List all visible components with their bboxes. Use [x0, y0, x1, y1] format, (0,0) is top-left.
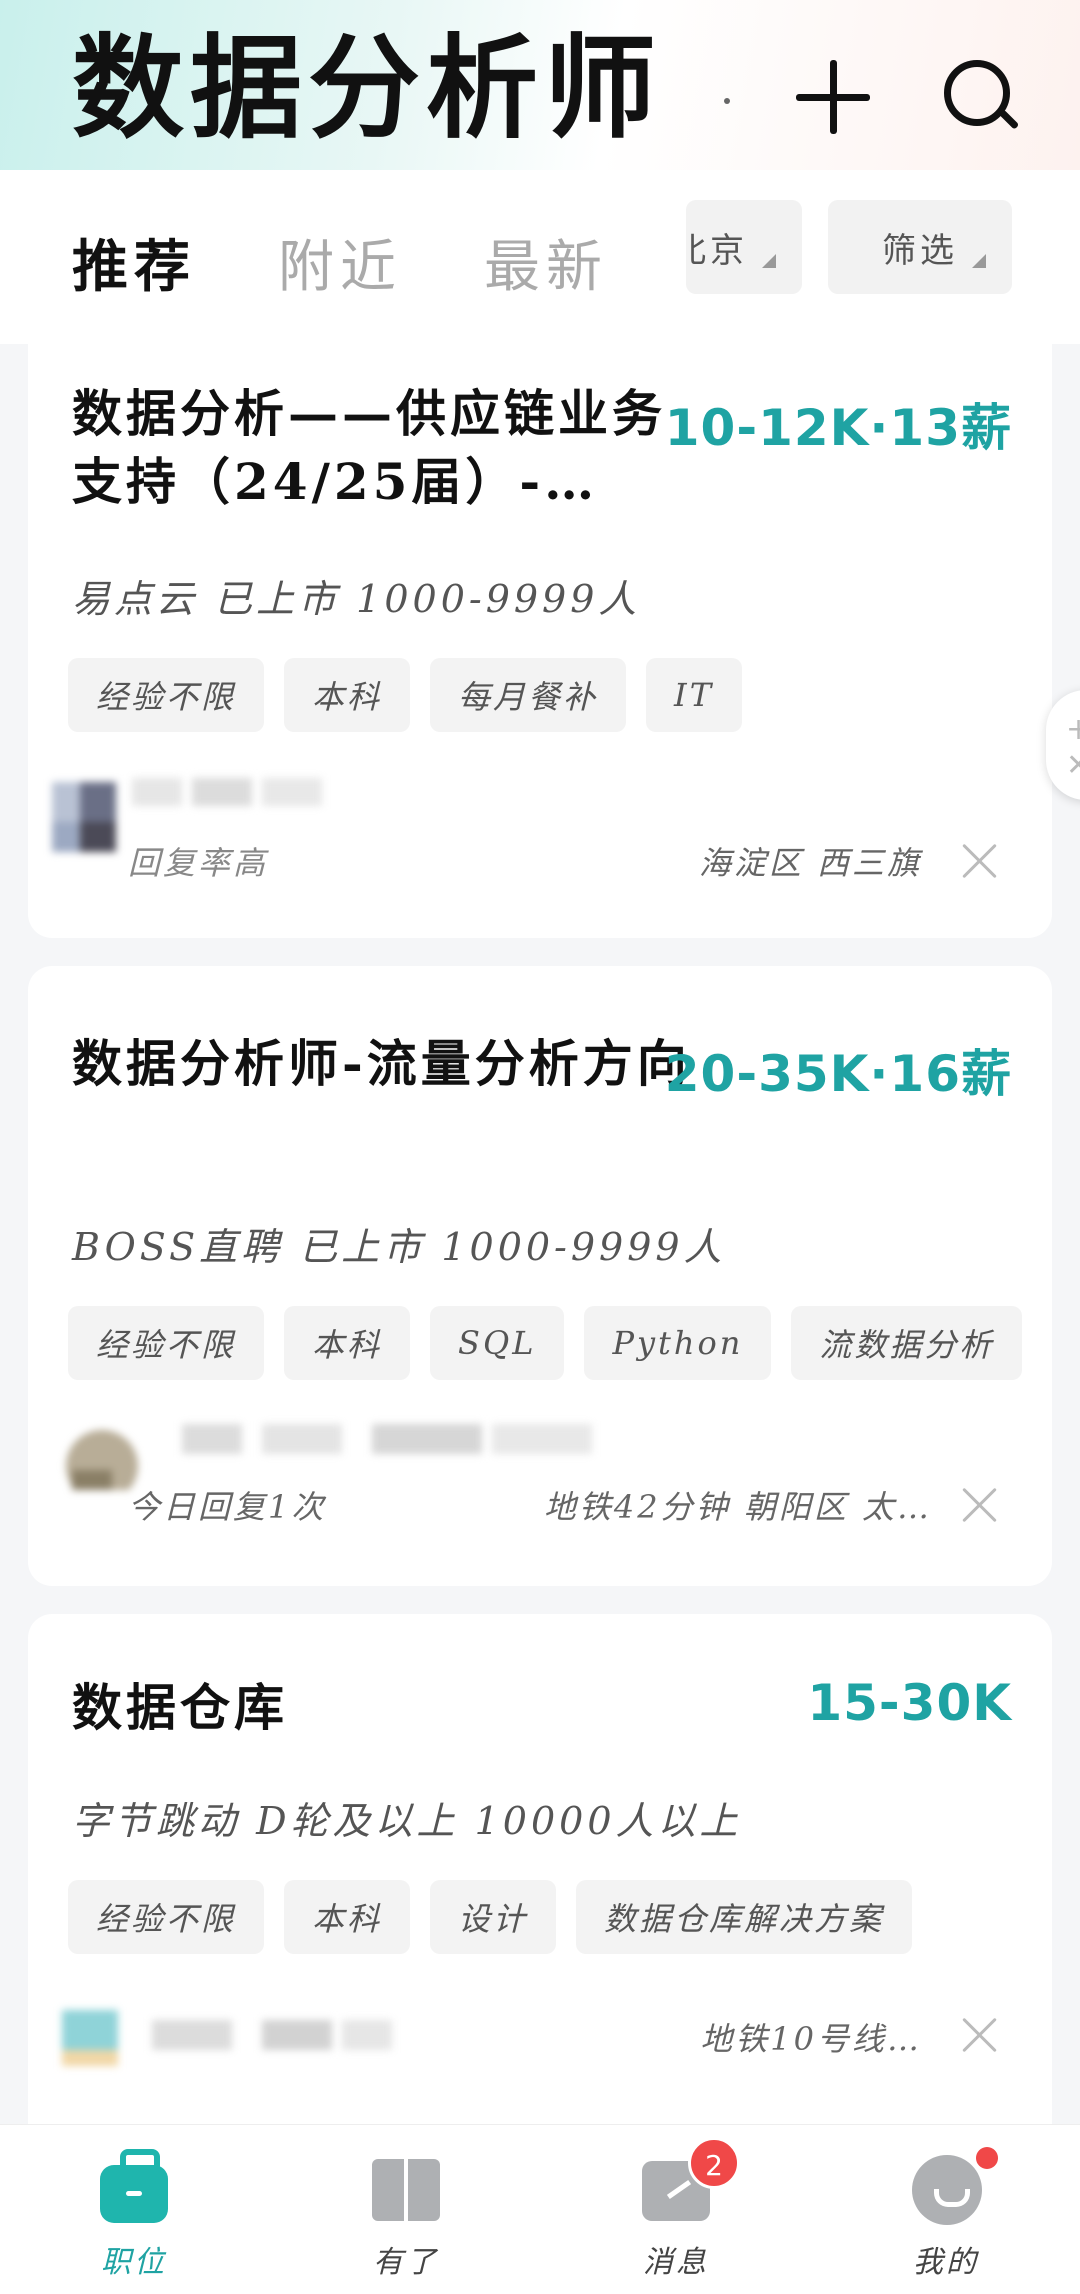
- plus-icon: +: [1066, 712, 1080, 747]
- job-salary: 10-12K·13薪: [664, 399, 1012, 457]
- nav-label: 有了: [373, 2245, 439, 2280]
- nav-item-jobs[interactable]: 职位: [34, 2125, 234, 2294]
- job-tag: Python: [584, 1306, 772, 1380]
- job-tag: 本科: [284, 1880, 411, 1954]
- recruiter-avatar-blurred: [62, 2010, 392, 2066]
- close-icon[interactable]: [960, 1484, 1000, 1524]
- dropdown-triangle-icon: [972, 254, 986, 268]
- close-icon[interactable]: [960, 2014, 1000, 2054]
- separator-dot: [724, 98, 730, 104]
- unread-badge: 2: [688, 2137, 740, 2189]
- plus-icon[interactable]: [790, 54, 876, 140]
- tab-latest[interactable]: 最新: [484, 222, 608, 303]
- job-tag: IT: [646, 658, 743, 732]
- nav-label: 职位: [101, 2245, 167, 2280]
- job-location: 海淀区 西三旗: [698, 844, 922, 882]
- job-tag: 经验不限: [68, 1880, 265, 1954]
- job-title: 数据分析师-流量分析方向: [72, 1034, 691, 1093]
- dropdown-triangle-icon: [762, 254, 776, 268]
- job-salary: 20-35K·16薪: [664, 1045, 1012, 1103]
- tab-recommend[interactable]: 推荐: [72, 222, 196, 303]
- filter-dropdown[interactable]: 筛选: [828, 200, 1012, 294]
- job-title: 数据仓库: [72, 1678, 288, 1737]
- job-tags: 经验不限 本科 每月餐补 IT: [68, 658, 743, 732]
- nav-item-profile[interactable]: 我的: [846, 2125, 1046, 2294]
- job-location: 地铁42分钟 朝阳区 太…: [543, 1488, 932, 1526]
- close-icon[interactable]: [960, 840, 1000, 880]
- recruiter-avatar-blurred: [66, 1424, 592, 1490]
- notification-dot: [976, 2147, 998, 2169]
- job-tag: 每月餐补: [430, 658, 627, 732]
- job-salary: 15-30K: [807, 1674, 1012, 1732]
- close-icon: ✕: [1066, 748, 1080, 783]
- company-info: 字节跳动 D轮及以上 10000人以上: [72, 1799, 742, 1843]
- reply-rate: 今日回复1次: [128, 1488, 327, 1526]
- job-tag: 本科: [284, 1306, 411, 1380]
- job-tag: 数据仓库解决方案: [576, 1880, 913, 1954]
- page-title: 数据分析师: [72, 23, 662, 154]
- job-title: 数据分析——供应链业务支持（24/25届）-…: [72, 384, 666, 511]
- job-location: 地铁10号线…: [700, 2020, 922, 2058]
- bottom-navigation: 职位 有了 2 消息 我的: [0, 2124, 1080, 2294]
- job-card[interactable]: 数据分析——供应链业务支持（24/25届）-… 10-12K·13薪 易点云 已…: [28, 320, 1052, 938]
- job-tag: SQL: [430, 1306, 565, 1380]
- search-icon-handle: [998, 109, 1020, 130]
- job-tag: 本科: [284, 658, 411, 732]
- job-card[interactable]: 数据分析师-流量分析方向 20-35K·16薪 BOSS直聘 已上市 1000-…: [28, 966, 1052, 1586]
- job-tags: 经验不限 本科 设计 数据仓库解决方案: [68, 1880, 913, 1954]
- search-icon[interactable]: [938, 54, 1024, 140]
- nav-item-have[interactable]: 有了: [306, 2125, 506, 2294]
- company-info: BOSS直聘 已上市 1000-9999人: [72, 1225, 726, 1269]
- job-tag: 设计: [430, 1880, 557, 1954]
- book-icon: [372, 2159, 440, 2221]
- job-tags: 经验不限 本科 SQL Python 流数据分析: [68, 1306, 1023, 1380]
- city-label: 北京: [686, 230, 748, 271]
- company-info: 易点云 已上市 1000-9999人: [72, 577, 641, 621]
- tab-nearby[interactable]: 附近: [278, 222, 402, 303]
- job-tag: 流数据分析: [791, 1306, 1023, 1380]
- nav-label: 我的: [913, 2245, 979, 2280]
- job-tag: 经验不限: [68, 1306, 265, 1380]
- job-card[interactable]: 数据仓库 15-30K 字节跳动 D轮及以上 10000人以上 经验不限 本科 …: [28, 1614, 1052, 2124]
- city-dropdown[interactable]: 北京: [686, 200, 802, 294]
- job-tag: 经验不限: [68, 658, 265, 732]
- filter-label: 筛选: [882, 230, 958, 271]
- reply-rate: 回复率高: [128, 844, 269, 882]
- nav-item-messages[interactable]: 2 消息: [576, 2125, 776, 2294]
- nav-label: 消息: [643, 2245, 709, 2280]
- profile-icon: [912, 2155, 982, 2225]
- briefcase-icon: [100, 2149, 168, 2223]
